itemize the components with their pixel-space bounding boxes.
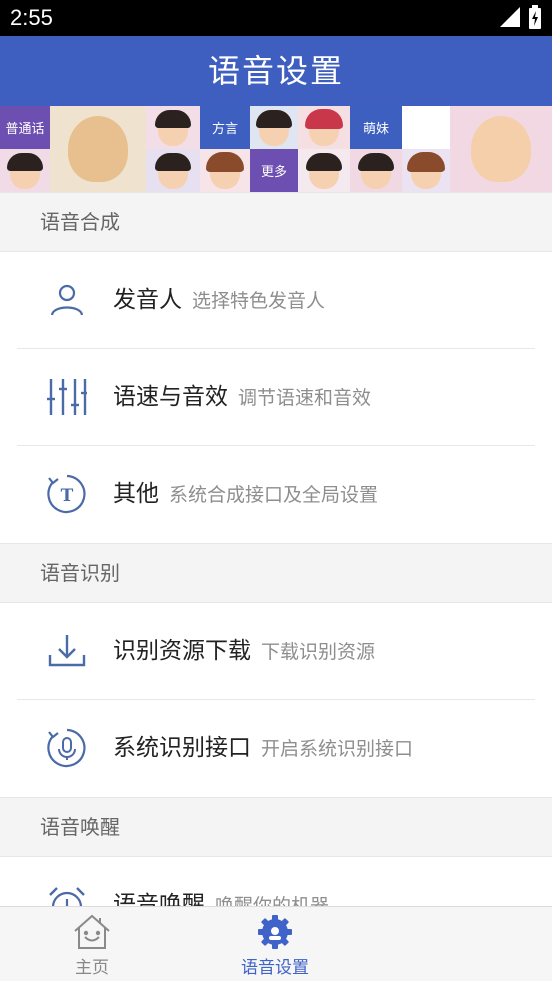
banner-character <box>0 149 50 192</box>
download-icon <box>48 635 86 667</box>
status-bar: 2:55 <box>0 0 552 36</box>
item-subtitle: 下载识别资源 <box>261 641 376 663</box>
list-item-other[interactable]: T 其他 系统合成接口及全局设置 <box>0 446 552 543</box>
text-refresh-icon: T <box>47 474 86 514</box>
list-item-resource-download[interactable]: 识别资源下载 下载识别资源 <box>17 603 535 700</box>
voice-banner[interactable]: 普通话 方言 萌妹 更多 <box>0 106 552 192</box>
section-header-wakeup: 语音唤醒 <box>0 797 552 857</box>
item-title: 识别资源下载 <box>113 638 251 664</box>
item-subtitle: 系统合成接口及全局设置 <box>169 484 379 506</box>
home-icon <box>74 914 110 949</box>
gear-icon <box>258 915 292 949</box>
nav-voice-settings-label: 语音设置 <box>241 958 309 978</box>
banner-character <box>298 149 350 192</box>
banner-tile-gengduo[interactable]: 更多 <box>250 149 298 192</box>
settings-list[interactable]: 语音合成 发音人 选择特色发音人 语速与音效 调节语速和音效 T 其他 系统合成… <box>0 192 552 906</box>
banner-character <box>298 106 350 149</box>
signal-icon <box>500 7 520 27</box>
banner-label-mengmei: 萌妹 <box>362 122 389 137</box>
list-item-voice-wakeup[interactable]: 语音唤醒 唤醒你的机器 <box>0 857 552 906</box>
banner-character-girl <box>450 106 552 192</box>
section-header-recognition: 语音识别 <box>0 543 552 603</box>
list-item-speed-effects[interactable]: 语速与音效 调节语速和音效 <box>17 349 535 446</box>
item-subtitle: 开启系统识别接口 <box>261 738 414 760</box>
banner-tile-fangyan[interactable]: 方言 <box>200 106 250 149</box>
svg-text:T: T <box>61 486 74 506</box>
list-item-system-recognition[interactable]: 系统识别接口 开启系统识别接口 <box>0 700 552 797</box>
item-title: 系统识别接口 <box>113 735 251 761</box>
item-title: 发音人 <box>113 287 182 313</box>
banner-character <box>250 106 298 149</box>
person-icon <box>50 284 84 316</box>
nav-voice-settings[interactable]: 语音设置 <box>205 907 345 982</box>
battery-icon <box>529 5 541 29</box>
nav-home[interactable]: 主页 <box>22 907 162 982</box>
item-title: 语音唤醒 <box>113 892 205 906</box>
mic-refresh-icon <box>47 728 86 768</box>
app-bar: 语音设置 <box>0 36 552 106</box>
section-header-synthesis: 语音合成 <box>0 192 552 252</box>
alarm-icon <box>49 887 85 906</box>
banner-character <box>402 149 450 192</box>
list-item-speaker[interactable]: 发音人 选择特色发音人 <box>17 252 535 349</box>
item-subtitle: 调节语速和音效 <box>238 387 372 409</box>
banner-label-gengduo: 更多 <box>260 165 287 180</box>
item-title: 其他 <box>113 481 159 507</box>
banner-tile-putonghua[interactable]: 普通话 <box>0 106 50 149</box>
status-time: 2:55 <box>10 5 53 30</box>
banner-character-boy <box>50 106 146 192</box>
banner-character <box>200 149 250 192</box>
nav-home-label: 主页 <box>75 958 109 978</box>
banner-label-putonghua: 普通话 <box>5 122 45 137</box>
banner-character <box>146 106 200 149</box>
item-subtitle: 选择特色发音人 <box>192 290 326 312</box>
page-title: 语音设置 <box>207 52 344 90</box>
banner-label-fangyan: 方言 <box>211 122 238 137</box>
sliders-icon <box>47 379 87 415</box>
banner-tile-mengmei[interactable]: 萌妹 <box>350 106 402 149</box>
banner-character <box>350 149 402 192</box>
item-subtitle: 唤醒你的机器 <box>215 895 330 906</box>
bottom-navigation: 主页 语音设置 <box>0 906 552 981</box>
item-title: 语速与音效 <box>113 384 228 410</box>
banner-character <box>146 149 200 192</box>
